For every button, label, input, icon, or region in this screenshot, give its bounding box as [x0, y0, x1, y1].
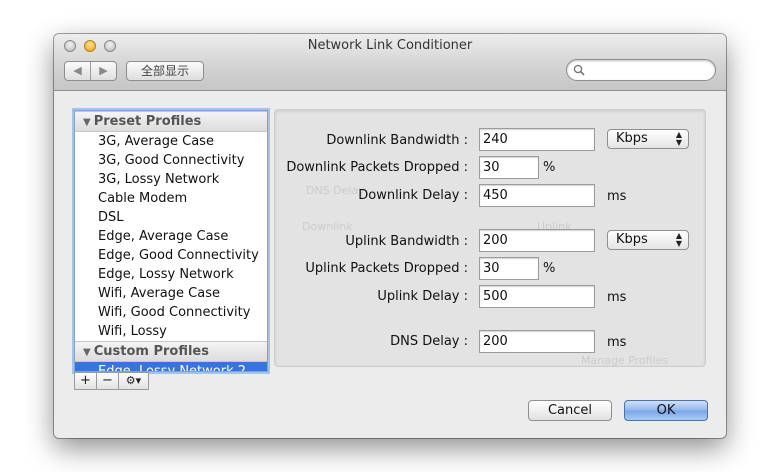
list-item[interactable]: Cable Modem: [75, 189, 267, 208]
list-item[interactable]: 3G, Good Connectivity: [75, 151, 267, 170]
ghost-text: Manage Profiles: [581, 354, 669, 367]
uplink-bandwidth-field[interactable]: 200: [479, 229, 595, 252]
gear-icon[interactable]: ⚙▾: [119, 372, 149, 390]
search-input[interactable]: [566, 59, 716, 81]
history-segment: ◀ ▶: [64, 61, 117, 81]
disclosure-triangle-icon[interactable]: ▼: [83, 117, 91, 128]
list-item[interactable]: 3G, Lossy Network: [75, 170, 267, 189]
uplink-dropped-label: Uplink Packets Dropped :: [305, 261, 468, 276]
disclosure-triangle-icon[interactable]: ▼: [83, 347, 91, 358]
downlink-dropped-label: Downlink Packets Dropped :: [286, 160, 468, 175]
settings-panel: DNS Delay Downlink Uplink Manage Profile…: [274, 109, 706, 367]
list-item[interactable]: Edge, Average Case: [75, 227, 267, 246]
uplink-delay-field[interactable]: 500: [479, 285, 595, 308]
search-icon: [573, 64, 585, 76]
uplink-delay-unit: ms: [607, 290, 627, 305]
list-item[interactable]: DSL: [75, 208, 267, 227]
uplink-bandwidth-unit-select[interactable]: Kbps ▲ ▼: [607, 230, 689, 250]
uplink-dropped-unit: %: [543, 261, 556, 276]
downlink-bandwidth-unit-select[interactable]: Kbps ▲ ▼: [607, 129, 689, 149]
downlink-delay-unit: ms: [607, 189, 627, 204]
ghost-text: Downlink: [302, 220, 353, 233]
cancel-button[interactable]: Cancel: [528, 400, 612, 421]
downlink-bandwidth-field[interactable]: 240: [479, 128, 595, 151]
list-item[interactable]: Wifi, Lossy: [75, 322, 267, 341]
popup-arrows-icon: ▲ ▼: [675, 231, 682, 248]
list-item[interactable]: Wifi, Good Connectivity: [75, 303, 267, 322]
dns-delay-unit: ms: [607, 335, 627, 350]
ok-button[interactable]: OK: [624, 400, 708, 421]
window-title: Network Link Conditioner: [307, 38, 473, 53]
downlink-bandwidth-label: Downlink Bandwidth :: [326, 133, 468, 148]
list-item[interactable]: 3G, Average Case: [75, 132, 267, 151]
downlink-dropped-unit: %: [543, 160, 556, 175]
forward-button[interactable]: ▶: [90, 62, 116, 80]
add-profile-button[interactable]: +: [74, 372, 97, 390]
downlink-dropped-field[interactable]: 30: [479, 156, 539, 179]
popup-arrows-icon: ▲ ▼: [675, 130, 682, 147]
list-item[interactable]: Edge, Lossy Network: [75, 265, 267, 284]
preferences-window: Network Link Conditioner ◀ ▶ 全部显示 ▼ Prese…: [54, 34, 726, 438]
downlink-delay-label: Downlink Delay :: [358, 188, 468, 203]
custom-profiles-header[interactable]: ▼ Custom Profiles: [75, 341, 267, 362]
dns-delay-label: DNS Delay :: [390, 334, 468, 349]
title-bar: Network Link Conditioner ◀ ▶ 全部显示: [54, 34, 726, 91]
preset-profiles-header[interactable]: ▼ Preset Profiles: [75, 111, 267, 132]
dns-delay-field[interactable]: 200: [479, 330, 595, 353]
list-item[interactable]: Wifi, Average Case: [75, 284, 267, 303]
profiles-list[interactable]: ▼ Preset Profiles 3G, Average Case 3G, Go…: [74, 110, 268, 372]
list-item[interactable]: Edge, Good Connectivity: [75, 246, 267, 265]
downlink-delay-field[interactable]: 450: [479, 184, 595, 207]
downlink-unit-value: Kbps: [616, 131, 648, 146]
uplink-unit-value: Kbps: [616, 232, 648, 247]
back-button[interactable]: ◀: [65, 62, 90, 80]
ghost-text: DNS Delay: [306, 184, 365, 197]
show-all-button[interactable]: 全部显示: [126, 61, 204, 81]
uplink-bandwidth-label: Uplink Bandwidth :: [345, 234, 468, 249]
uplink-dropped-field[interactable]: 30: [479, 257, 539, 280]
uplink-delay-label: Uplink Delay :: [377, 289, 468, 304]
list-item-selected[interactable]: Edge, Lossy Network 2: [75, 362, 267, 371]
remove-profile-button[interactable]: −: [97, 372, 119, 390]
list-controls: + − ⚙▾: [74, 372, 149, 390]
